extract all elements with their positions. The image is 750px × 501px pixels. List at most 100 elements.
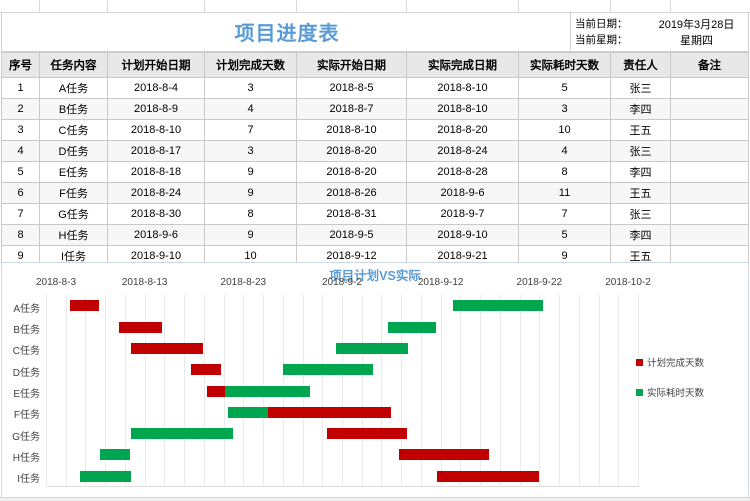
cell-actual_end[interactable]: 2018-8-28 [406, 161, 519, 183]
gantt-bar[interactable] [437, 471, 539, 482]
cell-owner[interactable]: 张三 [610, 203, 671, 225]
cell-actual_end[interactable]: 2018-9-7 [406, 203, 519, 225]
table-row[interactable]: 6 F任务 2018-8-24 9 2018-8-26 2018-9-6 11 王五 [1, 182, 749, 204]
gantt-bar[interactable] [388, 322, 436, 333]
column-header-7[interactable]: 责任人 [610, 52, 671, 78]
table-row[interactable]: 1 A任务 2018-8-4 3 2018-8-5 2018-8-10 5 张三 [1, 77, 749, 99]
cell-owner[interactable]: 李四 [610, 98, 671, 120]
cell-task[interactable]: E任务 [39, 161, 108, 183]
legend-item[interactable]: 计划完成天数 [636, 355, 740, 369]
cell-no[interactable]: 1 [1, 77, 40, 99]
cell-remark[interactable] [670, 140, 749, 162]
column-header-2[interactable]: 计划开始日期 [107, 52, 205, 78]
gantt-bar[interactable] [265, 407, 391, 418]
gantt-bar[interactable] [131, 428, 233, 439]
gantt-bar[interactable] [70, 300, 99, 311]
column-header-1[interactable]: 任务内容 [39, 52, 108, 78]
table-row[interactable]: 2 B任务 2018-8-9 4 2018-8-7 2018-8-10 3 李四 [1, 98, 749, 120]
gantt-chart-panel[interactable]: 项目计划VS实际 2018-8-3 2018-8-13 2018-8-23 2018-… [1, 262, 749, 498]
cell-actual_end[interactable]: 2018-8-10 [406, 98, 519, 120]
table-row[interactable]: 4 D任务 2018-8-17 3 2018-8-20 2018-8-24 4 张三 [1, 140, 749, 162]
gantt-bar[interactable] [80, 471, 131, 482]
cell-actual_start[interactable]: 2018-8-20 [296, 161, 407, 183]
cell-plan_days[interactable]: 8 [204, 203, 297, 225]
column-header-8[interactable]: 备注 [670, 52, 749, 78]
cell-plan_start[interactable]: 2018-8-10 [107, 119, 205, 141]
cell-plan_days[interactable]: 9 [204, 182, 297, 204]
cell-no[interactable]: 8 [1, 224, 40, 246]
cell-plan_days[interactable]: 7 [204, 119, 297, 141]
gantt-bar[interactable] [228, 407, 268, 418]
cell-actual_end[interactable]: 2018-8-24 [406, 140, 519, 162]
cell-actual_end[interactable]: 2018-8-10 [406, 77, 519, 99]
cell-actual_days[interactable]: 4 [518, 140, 611, 162]
cell-no[interactable]: 7 [1, 203, 40, 225]
cell-no[interactable]: 2 [1, 98, 40, 120]
table-row[interactable]: 5 E任务 2018-8-18 9 2018-8-20 2018-8-28 8 李四 [1, 161, 749, 183]
gantt-bar[interactable] [327, 428, 407, 439]
cell-owner[interactable]: 李四 [610, 224, 671, 246]
cell-task[interactable]: B任务 [39, 98, 108, 120]
cell-plan_start[interactable]: 2018-9-6 [107, 224, 205, 246]
column-header-6[interactable]: 实际耗时天数 [518, 52, 611, 78]
cell-actual_days[interactable]: 10 [518, 119, 611, 141]
legend-item[interactable]: 实际耗时天数 [636, 385, 740, 399]
cell-plan_start[interactable]: 2018-8-24 [107, 182, 205, 204]
cell-task[interactable]: G任务 [39, 203, 108, 225]
cell-plan_start[interactable]: 2018-8-18 [107, 161, 205, 183]
table-row[interactable]: 8 H任务 2018-9-6 9 2018-9-5 2018-9-10 5 李四 [1, 224, 749, 246]
cell-actual_end[interactable]: 2018-9-10 [406, 224, 519, 246]
cell-plan_days[interactable]: 4 [204, 98, 297, 120]
schedule-table[interactable]: 序号 任务内容 计划开始日期 计划完成天数 实际开始日期 实际完成日期 实际耗时天数 责任人备… [1, 52, 749, 267]
gantt-bar[interactable] [453, 300, 543, 311]
chart-legend[interactable]: 计划完成天数 实际耗时天数 [636, 355, 740, 415]
cell-actual_days[interactable]: 7 [518, 203, 611, 225]
cell-plan_start[interactable]: 2018-8-9 [107, 98, 205, 120]
cell-no[interactable]: 5 [1, 161, 40, 183]
cell-actual_days[interactable]: 5 [518, 224, 611, 246]
gantt-bar[interactable] [191, 364, 221, 375]
cell-plan_days[interactable]: 3 [204, 140, 297, 162]
cell-actual_days[interactable]: 5 [518, 77, 611, 99]
column-header-5[interactable]: 实际完成日期 [406, 52, 519, 78]
column-header-0[interactable]: 序号 [1, 52, 40, 78]
cell-remark[interactable] [670, 224, 749, 246]
cell-task[interactable]: H任务 [39, 224, 108, 246]
cell-owner[interactable]: 张三 [610, 77, 671, 99]
cell-owner[interactable]: 王五 [610, 182, 671, 204]
gantt-bar[interactable] [131, 343, 203, 354]
table-row[interactable]: 3 C任务 2018-8-10 7 2018-8-10 2018-8-20 10 王五 [1, 119, 749, 141]
cell-actual_days[interactable]: 3 [518, 98, 611, 120]
cell-task[interactable]: F任务 [39, 182, 108, 204]
cell-task[interactable]: A任务 [39, 77, 108, 99]
gantt-bar[interactable] [336, 343, 408, 354]
cell-remark[interactable] [670, 161, 749, 183]
column-header-3[interactable]: 计划完成天数 [204, 52, 297, 78]
cell-remark[interactable] [670, 98, 749, 120]
cell-actual_days[interactable]: 11 [518, 182, 611, 204]
cell-actual_start[interactable]: 2018-8-20 [296, 140, 407, 162]
table-row[interactable]: 7 G任务 2018-8-30 8 2018-8-31 2018-9-7 7 张三 [1, 203, 749, 225]
gantt-bar[interactable] [399, 449, 489, 460]
cell-plan_days[interactable]: 9 [204, 224, 297, 246]
cell-owner[interactable]: 张三 [610, 140, 671, 162]
cell-remark[interactable] [670, 203, 749, 225]
cell-actual_start[interactable]: 2018-8-10 [296, 119, 407, 141]
cell-plan_start[interactable]: 2018-8-4 [107, 77, 205, 99]
cell-remark[interactable] [670, 77, 749, 99]
cell-no[interactable]: 4 [1, 140, 40, 162]
gantt-bar[interactable] [283, 364, 373, 375]
cell-actual_end[interactable]: 2018-9-6 [406, 182, 519, 204]
cell-actual_start[interactable]: 2018-9-5 [296, 224, 407, 246]
cell-plan_start[interactable]: 2018-8-17 [107, 140, 205, 162]
cell-plan_start[interactable]: 2018-8-30 [107, 203, 205, 225]
cell-actual_start[interactable]: 2018-8-26 [296, 182, 407, 204]
cell-task[interactable]: C任务 [39, 119, 108, 141]
cell-plan_days[interactable]: 9 [204, 161, 297, 183]
column-header-4[interactable]: 实际开始日期 [296, 52, 407, 78]
cell-actual_start[interactable]: 2018-8-5 [296, 77, 407, 99]
cell-no[interactable]: 6 [1, 182, 40, 204]
table-body[interactable]: 1 A任务 2018-8-4 3 2018-8-5 2018-8-10 5 张三 2 B任务 201… [1, 77, 749, 267]
cell-actual_start[interactable]: 2018-8-7 [296, 98, 407, 120]
cell-actual_end[interactable]: 2018-8-20 [406, 119, 519, 141]
